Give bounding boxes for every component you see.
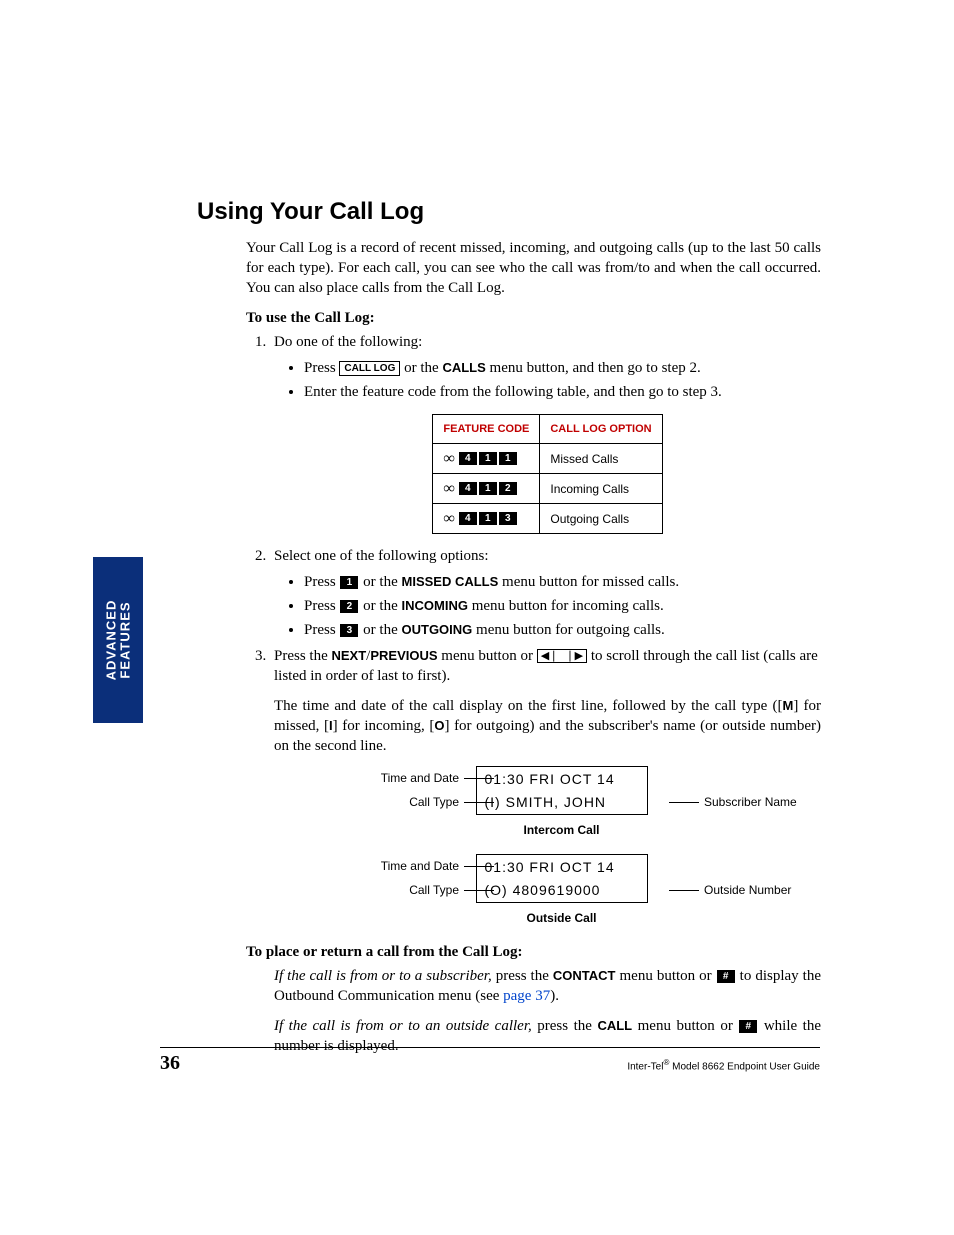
- step2-bullet2: Press 2 or the INCOMING menu button for …: [304, 596, 821, 616]
- incoming-menu-button: INCOMING: [402, 598, 468, 613]
- lcd-caption-outside: Outside Call: [274, 908, 849, 928]
- table-row: ∞412 Incoming Calls: [433, 474, 662, 504]
- contact-menu-button: CONTACT: [553, 968, 616, 983]
- side-tab-advanced-features: ADVANCED FEATURES: [93, 557, 143, 723]
- lcd-label-time-date: Time and Date: [309, 768, 459, 788]
- step-3: Press the NEXT/PREVIOUS menu button or ◀…: [270, 646, 821, 928]
- next-menu-button: NEXT: [332, 648, 367, 663]
- step2-bullet1: Press 1 or the MISSED CALLS menu button …: [304, 572, 821, 592]
- infinity-icon: ∞: [443, 450, 454, 467]
- steps-list: Do one of the following: Press CALL LOG …: [246, 332, 821, 928]
- lcd-line2: (I) SMITH, JOHN: [477, 790, 647, 814]
- place-call-heading: To place or return a call from the Call …: [246, 942, 821, 962]
- page-37-link[interactable]: page 37: [503, 988, 550, 1004]
- feature-code-table: FEATURE CODE CALL LOG OPTION ∞411 Missed…: [432, 414, 662, 534]
- lcd-line1: 01:30 FRI OCT 14: [477, 855, 647, 879]
- page-footer: 36 Inter-Tel® Model 8662 Endpoint User G…: [160, 1047, 820, 1075]
- hash-key: #: [739, 1020, 757, 1033]
- to-use-heading: To use the Call Log:: [246, 308, 821, 328]
- section-title: Using Your Call Log: [197, 198, 424, 226]
- lcd-outside-example: Time and Date 01:30 FRI OCT 14 Call Type…: [274, 854, 849, 928]
- key-2: 2: [340, 600, 358, 613]
- intro-paragraph: Your Call Log is a record of recent miss…: [246, 238, 821, 298]
- lcd-line1: 01:30 FRI OCT 14: [477, 767, 647, 791]
- step2-bullet3: Press 3 or the OUTGOING menu button for …: [304, 620, 821, 640]
- hash-key: #: [717, 970, 735, 983]
- lcd-caption-intercom: Intercom Call: [274, 820, 849, 840]
- nav-arrows-icon: ◀︎❘❘▶︎: [537, 649, 587, 663]
- lcd-intercom-example: Time and Date 01:30 FRI OCT 14 Call Type…: [274, 766, 849, 840]
- footer-text: Inter-Tel® Model 8662 Endpoint User Guid…: [627, 1058, 820, 1072]
- call-log-key: CALL LOG: [339, 361, 400, 376]
- step-2: Select one of the following options: Pre…: [270, 546, 821, 640]
- lcd-label-call-type: Call Type: [309, 792, 459, 812]
- outgoing-menu-button: OUTGOING: [402, 622, 473, 637]
- missed-calls-menu-button: MISSED CALLS: [402, 574, 499, 589]
- lcd-line2: (O) 4809619000: [477, 878, 647, 902]
- side-tab-line1: ADVANCED: [103, 600, 118, 681]
- lcd-label-outside-number: Outside Number: [704, 880, 854, 900]
- calls-menu-button: CALLS: [442, 360, 485, 375]
- lcd-label-call-type: Call Type: [309, 880, 459, 900]
- infinity-icon: ∞: [443, 510, 454, 527]
- step3-explain: The time and date of the call display on…: [274, 696, 821, 756]
- infinity-icon: ∞: [443, 480, 454, 497]
- step1-lead: Do one of the following:: [274, 334, 422, 350]
- page-number: 36: [160, 1052, 180, 1075]
- place-call-subscriber: If the call is from or to a subscriber, …: [274, 966, 821, 1006]
- step-1: Do one of the following: Press CALL LOG …: [270, 332, 821, 534]
- previous-menu-button: PREVIOUS: [370, 648, 437, 663]
- step1-bullet2: Enter the feature code from the followin…: [304, 382, 821, 402]
- step2-lead: Select one of the following options:: [274, 548, 489, 564]
- table-header-feature-code: FEATURE CODE: [433, 415, 540, 444]
- key-1: 1: [340, 576, 358, 589]
- key-3: 3: [340, 624, 358, 637]
- call-menu-button: CALL: [597, 1018, 632, 1033]
- step1-bullet1: Press CALL LOG or the CALLS menu button,…: [304, 358, 821, 378]
- table-row: ∞413 Outgoing Calls: [433, 504, 662, 534]
- lcd-label-subscriber-name: Subscriber Name: [704, 792, 854, 812]
- lcd-label-time-date: Time and Date: [309, 856, 459, 876]
- table-row: ∞411 Missed Calls: [433, 444, 662, 474]
- table-header-call-log-option: CALL LOG OPTION: [540, 415, 662, 444]
- side-tab-line2: FEATURES: [117, 601, 132, 678]
